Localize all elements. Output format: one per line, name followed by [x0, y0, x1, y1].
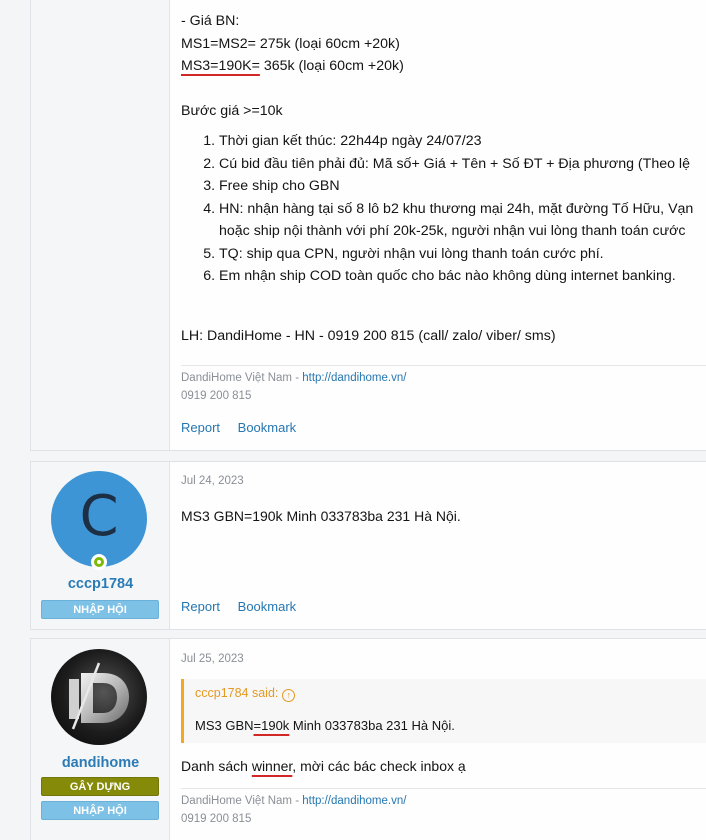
rule-item: Em nhận ship COD toàn quốc cho bác nào k…: [219, 265, 693, 288]
quote-author: cccp1784 said:: [195, 686, 279, 700]
user-title-badge: NHẬP HỘI: [41, 600, 159, 619]
post-text: Danh sách: [181, 758, 252, 774]
price-ms3-highlight: MS3=190K=: [181, 58, 260, 74]
quote-text-rest: Minh 033783ba 231 Hà Nội.: [289, 718, 455, 733]
quote-text: MS3 GBN: [195, 718, 254, 733]
quote-header[interactable]: cccp1784 said: ↑: [195, 686, 296, 702]
post-body: MS3 GBN=190k Minh 033783ba 231 Hà Nội.: [181, 508, 461, 524]
rules-list: Thời gian kết thúc: 22h44p ngày 24/07/23…: [181, 130, 693, 288]
quote-body: MS3 GBN=190k Minh 033783ba 231 Hà Nội.: [195, 718, 455, 733]
quote-block: cccp1784 said: ↑ MS3 GBN=190k Minh 033783…: [181, 679, 706, 743]
bookmark-button[interactable]: Bookmark: [238, 599, 297, 614]
signature-phone: 0919 200 815: [181, 813, 252, 825]
post-text-rest: , mời các bác check inbox ạ: [292, 758, 466, 774]
report-button[interactable]: Report: [181, 599, 220, 614]
quote-jump-icon[interactable]: ↑: [282, 689, 296, 702]
rule-item-continuation: hoặc ship nội thành với phí 20k-25k, ngư…: [219, 223, 686, 239]
post-bid-reply: C cccp1784 NHẬP HỘI Jul 24, 2023 MS3 GBN…: [30, 461, 706, 630]
contact-line: LH: DandiHome - HN - 0919 200 815 (call/…: [181, 327, 556, 344]
price-ms3-rest: 365k (loại 60cm +20k): [259, 58, 404, 74]
post-actions: Report Bookmark: [181, 420, 310, 435]
signature-phone: 0919 200 815: [181, 390, 252, 402]
username[interactable]: dandihome: [31, 755, 170, 771]
signature-divider: [181, 365, 706, 366]
avatar-letter: C: [79, 484, 119, 549]
post-user-cell: [31, 0, 170, 450]
bookmark-button[interactable]: Bookmark: [238, 420, 297, 435]
rule-item: Free ship cho GBN: [219, 175, 693, 198]
username[interactable]: cccp1784: [31, 576, 170, 592]
signature: DandiHome Việt Nam - http://dandihome.vn…: [181, 369, 406, 405]
post-main-cell: Jul 25, 2023 cccp1784 said: ↑ MS3 GBN=190…: [170, 639, 706, 840]
post-user-cell: C cccp1784 NHẬP HỘI: [31, 462, 170, 629]
user-title-badge: GÂY DỰNG: [41, 777, 159, 796]
bid-step: Bước giá >=10k: [181, 102, 283, 119]
avatar[interactable]: [51, 649, 147, 745]
price-header: - Giá BN:: [181, 13, 240, 29]
report-button[interactable]: Report: [181, 420, 220, 435]
signature-link[interactable]: http://dandihome.vn/: [302, 795, 406, 807]
post-auction-listing: - Giá BN: MS1=MS2= 275k (loại 60cm +20k)…: [30, 0, 706, 451]
post-main-cell: - Giá BN: MS1=MS2= 275k (loại 60cm +20k)…: [170, 0, 706, 450]
signature-link[interactable]: http://dandihome.vn/: [302, 372, 406, 384]
rule-item: Thời gian kết thúc: 22h44p ngày 24/07/23: [219, 130, 693, 153]
rule-item: Cú bid đầu tiên phải đủ: Mã số+ Giá + Tê…: [219, 153, 693, 176]
post-body: - Giá BN: MS1=MS2= 275k (loại 60cm +20k)…: [181, 10, 693, 347]
price-ms1-ms2: MS1=MS2= 275k (loại 60cm +20k): [181, 35, 400, 52]
price-ms3: MS3=190K= 365k (loại 60cm +20k): [181, 55, 693, 78]
forum-thread-page: - Giá BN: MS1=MS2= 275k (loại 60cm +20k)…: [0, 0, 706, 840]
post-main-cell: Jul 24, 2023 MS3 GBN=190k Minh 033783ba …: [170, 462, 706, 629]
signature-name: DandiHome Việt Nam -: [181, 372, 303, 384]
dandihome-logo-icon: [69, 662, 129, 730]
post-body: Danh sách winner, mời các bác check inbo…: [181, 758, 466, 774]
avatar[interactable]: C: [51, 471, 147, 567]
post-actions: Report Bookmark: [181, 599, 310, 614]
signature: DandiHome Việt Nam - http://dandihome.vn…: [181, 792, 406, 828]
quote-highlight: =190k: [253, 718, 290, 733]
rule-item: HN: nhận hàng tại số 8 lô b2 khu thương …: [219, 198, 693, 243]
post-date[interactable]: Jul 24, 2023: [181, 475, 244, 487]
post-date[interactable]: Jul 25, 2023: [181, 653, 244, 665]
rule-item-text: HN: nhận hàng tại số 8 lô b2 khu thương …: [219, 200, 694, 217]
online-status-icon: [91, 554, 107, 570]
signature-divider: [181, 788, 706, 789]
user-group-badge: NHẬP HỘI: [41, 801, 159, 820]
rule-item: TQ: ship qua CPN, người nhận vui lòng th…: [219, 243, 693, 266]
post-text-highlight: winner: [251, 758, 293, 774]
post-winner-announcement: dandihome GÂY DỰNG NHẬP HỘI Jul 25, 2023…: [30, 638, 706, 840]
signature-name: DandiHome Việt Nam -: [181, 795, 303, 807]
post-user-cell: dandihome GÂY DỰNG NHẬP HỘI: [31, 639, 170, 840]
